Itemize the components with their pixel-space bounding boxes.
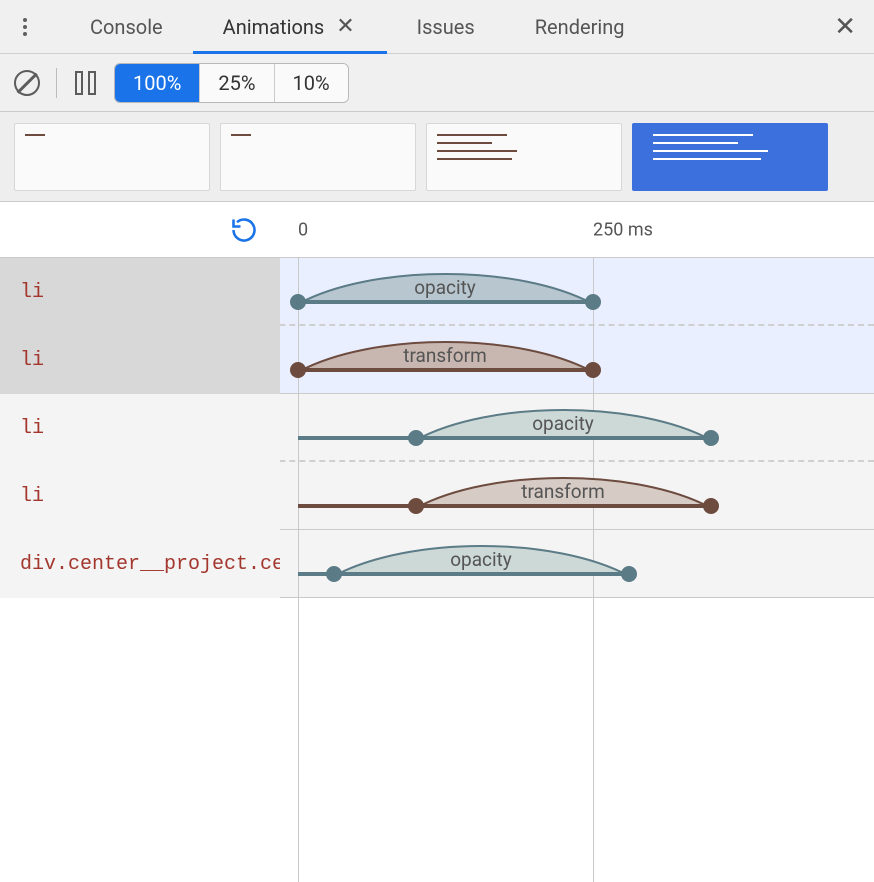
animation-groups-filmstrip — [0, 112, 874, 202]
animation-group-thumbnail[interactable] — [14, 123, 210, 191]
keyframe-handle[interactable] — [290, 362, 306, 378]
property-name: transform — [521, 480, 604, 503]
timeline-header: 0 250 ms — [0, 202, 874, 258]
animation-track[interactable]: opacity — [280, 530, 874, 598]
animation-row[interactable]: li transform — [0, 326, 874, 394]
duration-bar[interactable] — [298, 300, 593, 304]
tab-rendering[interactable]: Rendering — [505, 0, 655, 53]
playback-speed-group: 100%25%10% — [114, 63, 349, 103]
animation-row[interactable]: li opacity — [0, 258, 874, 326]
keyframe-handle[interactable] — [585, 294, 601, 310]
animation-rows: li opacity li transform li opacity li transform… — [0, 258, 874, 598]
keyframe-handle[interactable] — [621, 566, 637, 582]
timeline-tick: 250 ms — [593, 219, 653, 240]
tab-label: Console — [90, 15, 163, 39]
animation-row[interactable]: div.center__project.ce opacity — [0, 530, 874, 598]
animation-row[interactable]: li transform — [0, 462, 874, 530]
tab-animations[interactable]: Animations ✕ — [193, 0, 387, 53]
keyframe-handle[interactable] — [585, 362, 601, 378]
animation-track[interactable]: opacity — [280, 258, 874, 326]
animation-toolbar: 100%25%10% — [0, 54, 874, 112]
animation-track[interactable]: opacity — [280, 394, 874, 462]
keyframe-handle[interactable] — [326, 566, 342, 582]
animation-row[interactable]: li opacity — [0, 394, 874, 462]
tab-label: Issues — [417, 15, 475, 39]
timeline-ruler[interactable]: 0 250 ms — [280, 202, 874, 257]
keyframe-handle[interactable] — [703, 498, 719, 514]
close-panel-button[interactable]: ✕ — [826, 12, 864, 42]
keyframe-handle[interactable] — [408, 430, 424, 446]
animation-group-thumbnail[interactable] — [220, 123, 416, 191]
more-tabs-button[interactable] — [10, 12, 40, 42]
clear-all-button[interactable] — [14, 70, 40, 96]
property-name: opacity — [532, 412, 594, 435]
property-name: transform — [403, 344, 486, 367]
speed-100[interactable]: 100% — [115, 64, 200, 102]
element-selector[interactable]: li — [0, 394, 280, 462]
element-selector[interactable]: li — [0, 326, 280, 394]
keyframe-handle[interactable] — [290, 294, 306, 310]
duration-bar[interactable] — [298, 436, 711, 440]
tab-label: Animations — [223, 15, 325, 39]
animation-track[interactable]: transform — [280, 462, 874, 530]
speed-25[interactable]: 25% — [200, 64, 274, 102]
pause-all-button[interactable] — [73, 69, 98, 97]
element-selector[interactable]: div.center__project.ce — [0, 530, 280, 598]
element-selector[interactable]: li — [0, 258, 280, 326]
animation-group-thumbnail[interactable] — [632, 123, 828, 191]
tab-issues[interactable]: Issues — [387, 0, 505, 53]
tab-console[interactable]: Console — [60, 0, 193, 53]
keyframe-handle[interactable] — [408, 498, 424, 514]
replay-icon — [230, 216, 258, 244]
keyframe-handle[interactable] — [703, 430, 719, 446]
duration-bar[interactable] — [298, 572, 629, 576]
animation-track[interactable]: transform — [280, 326, 874, 394]
property-name: opacity — [450, 548, 512, 571]
toolbar-divider — [56, 68, 57, 98]
duration-bar[interactable] — [298, 504, 711, 508]
animation-group-thumbnail[interactable] — [426, 123, 622, 191]
duration-bar[interactable] — [298, 368, 593, 372]
property-name: opacity — [414, 276, 476, 299]
element-selector[interactable]: li — [0, 462, 280, 530]
replay-button[interactable] — [0, 216, 280, 244]
tab-bar: Console Animations ✕ Issues Rendering ✕ — [0, 0, 874, 54]
tab-label: Rendering — [535, 15, 625, 39]
close-tab-icon[interactable]: ✕ — [334, 14, 356, 39]
timeline-tick: 0 — [298, 219, 308, 240]
speed-10[interactable]: 10% — [275, 64, 348, 102]
